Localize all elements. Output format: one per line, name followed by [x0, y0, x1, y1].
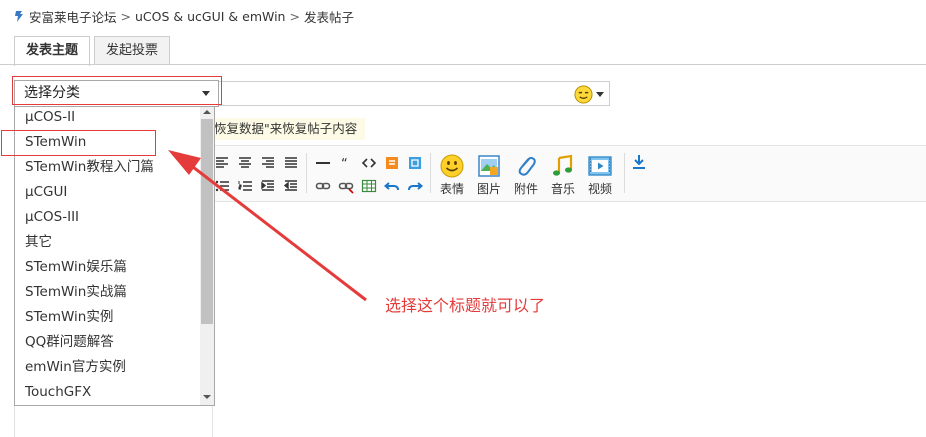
- annotation-arrow: [168, 150, 367, 302]
- annotation-text: 选择这个标题就可以了: [385, 296, 546, 315]
